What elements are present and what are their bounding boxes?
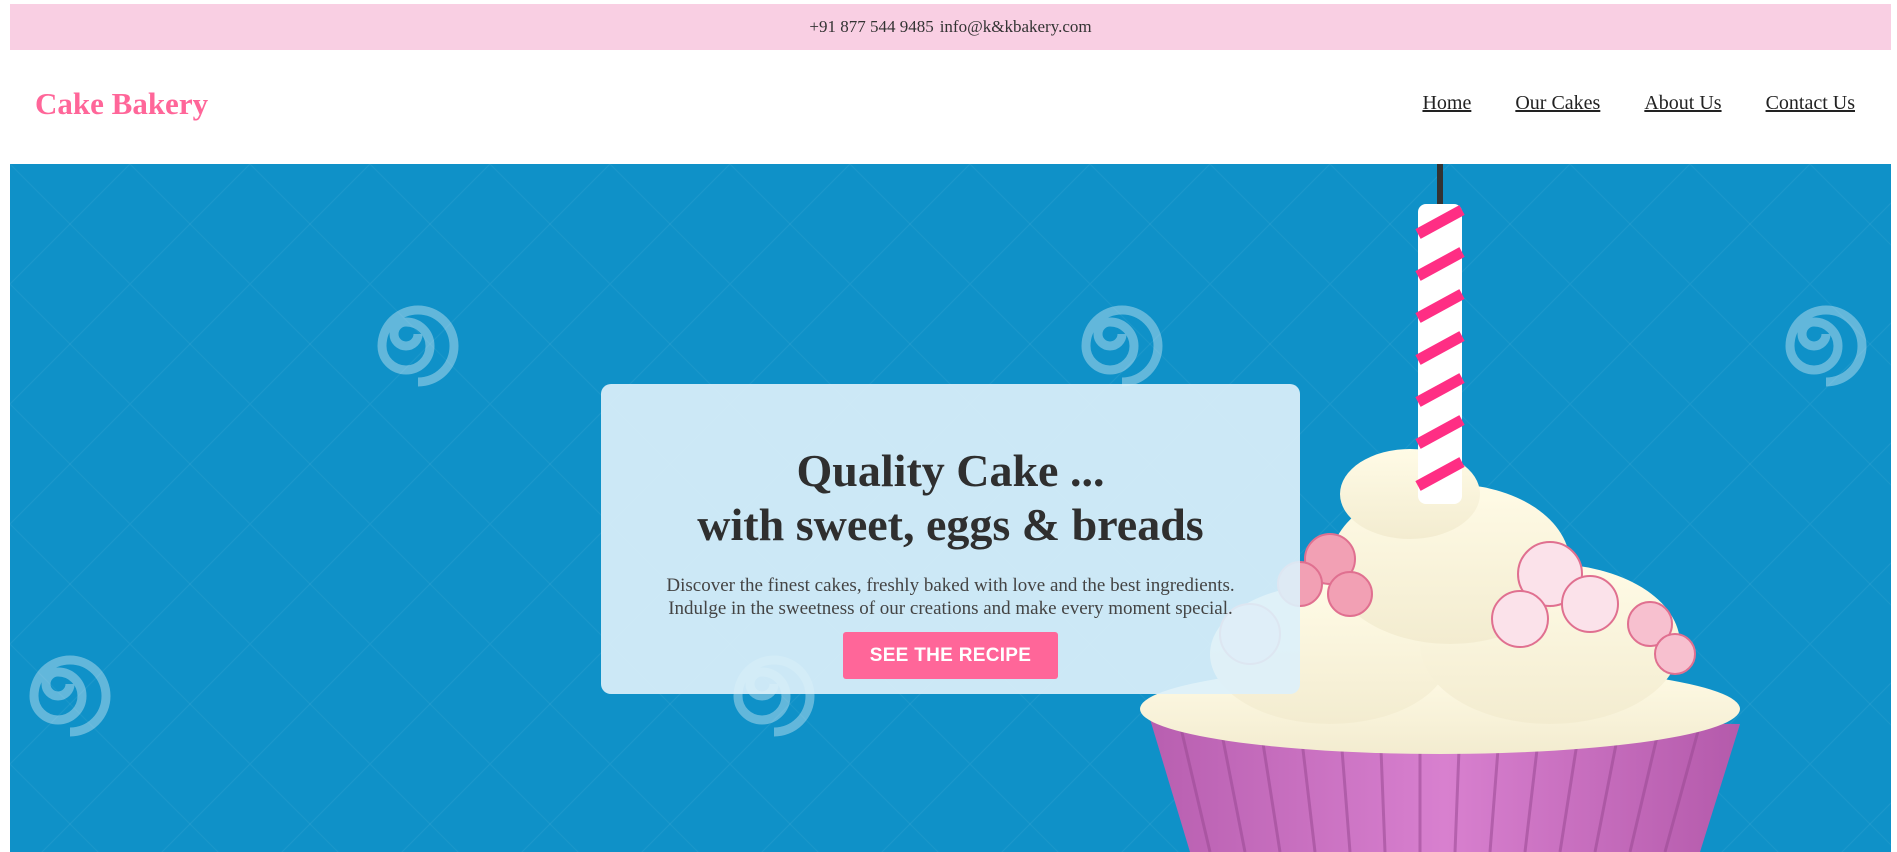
nav-link-our-cakes[interactable]: Our Cakes (1515, 92, 1600, 115)
hero-description-line2: Indulge in the sweetness of our creation… (668, 598, 1233, 619)
hero-description-line1: Discover the finest cakes, freshly baked… (666, 575, 1235, 596)
hero-card: Quality Cake ... with sweet, eggs & brea… (601, 384, 1300, 694)
brand-logo[interactable]: Cake Bakery (35, 86, 208, 122)
nav-link-about-us[interactable]: About Us (1644, 92, 1721, 115)
main-nav: Home Our Cakes About Us Contact Us (1422, 92, 1855, 115)
contact-bar: +91 877 544 9485 info@k&kbakery.com (10, 4, 1891, 50)
navbar: Cake Bakery Home Our Cakes About Us Cont… (10, 50, 1891, 164)
hero-heading-line2: with sweet, eggs & breads (697, 499, 1204, 550)
phone-number: +91 877 544 9485 (809, 17, 934, 36)
email-address: info@k&kbakery.com (939, 17, 1092, 36)
hero-heading-line1: Quality Cake ... (796, 445, 1105, 496)
nav-link-contact-us[interactable]: Contact Us (1766, 92, 1855, 115)
nav-link-home[interactable]: Home (1422, 92, 1471, 115)
see-recipe-button[interactable]: SEE THE RECIPE (843, 632, 1058, 679)
hero-heading: Quality Cake ... with sweet, eggs & brea… (601, 444, 1300, 552)
hero-banner: Quality Cake ... with sweet, eggs & brea… (10, 164, 1891, 852)
page: +91 877 544 9485 info@k&kbakery.com Cake… (0, 0, 1897, 852)
hero-description: Discover the finest cakes, freshly baked… (601, 574, 1300, 620)
